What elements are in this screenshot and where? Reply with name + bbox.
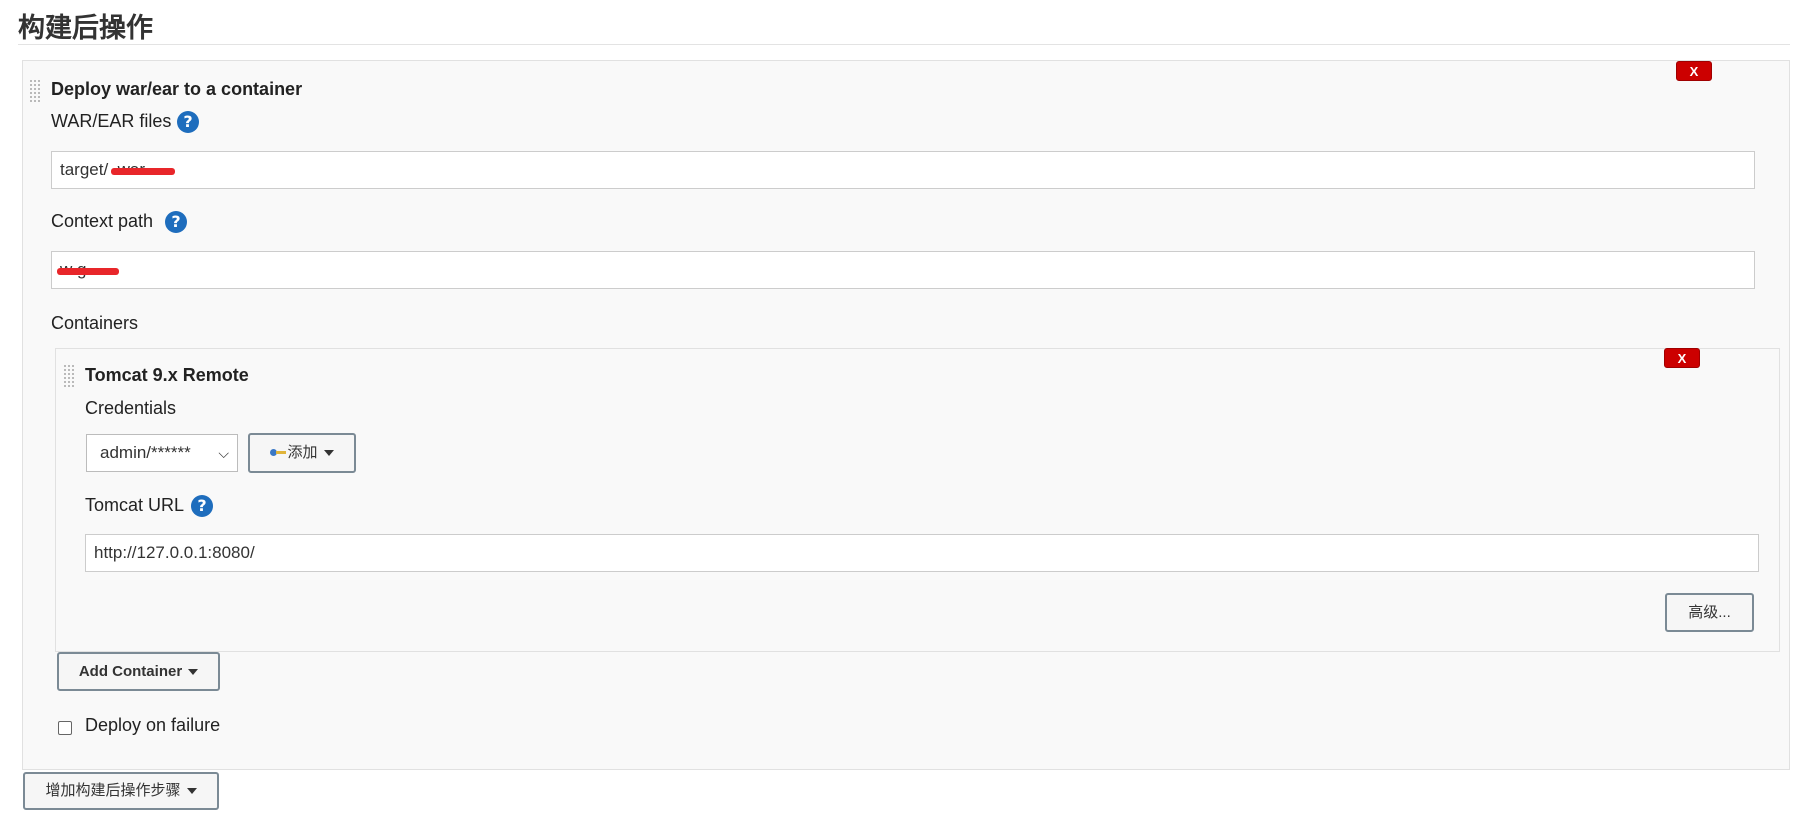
context-path-label: Context path [51, 211, 154, 231]
delete-container-button[interactable]: X [1664, 348, 1700, 368]
caret-down-icon [186, 788, 197, 795]
containers-label: Containers [51, 313, 139, 333]
drag-handle-icon[interactable] [29, 79, 40, 103]
credentials-select[interactable]: admin/****** ⌵ [86, 434, 238, 472]
chevron-down-icon: ⌵ [218, 445, 229, 461]
delete-step-button[interactable]: X [1676, 61, 1712, 81]
section-title: 构建后操作 [18, 13, 153, 44]
redaction-mark [57, 268, 119, 275]
redaction-mark [111, 168, 175, 175]
war-files-input[interactable]: target/ .war [51, 151, 1755, 189]
add-container-button[interactable]: Add Container [57, 652, 220, 691]
war-files-help-icon[interactable]: ? [177, 111, 199, 133]
caret-down-icon [188, 669, 199, 676]
drag-handle-icon[interactable] [63, 364, 74, 388]
war-files-label: WAR/EAR files [51, 111, 172, 131]
add-post-build-step-button[interactable]: 增加构建后操作步骤 [23, 772, 219, 810]
tomcat-url-help-icon[interactable]: ? [191, 495, 213, 517]
credentials-selected-value: admin/****** [100, 443, 191, 462]
advanced-button[interactable]: 高级... [1665, 593, 1754, 632]
container-heading: Tomcat 9.x Remote [85, 365, 249, 385]
add-post-build-step-label: 增加构建后操作步骤 [45, 782, 181, 799]
tomcat-url-label: Tomcat URL [85, 495, 185, 515]
key-icon [270, 449, 287, 457]
add-credentials-label: 添加 [287, 444, 318, 461]
title-divider [18, 44, 1790, 45]
deploy-step-heading: Deploy war/ear to a container [51, 79, 303, 99]
context-path-input[interactable]: w g [51, 251, 1755, 289]
add-credentials-button[interactable]: 添加 [248, 433, 356, 473]
caret-down-icon [323, 450, 334, 457]
container-panel [55, 348, 1780, 652]
deploy-on-failure-checkbox[interactable] [58, 721, 72, 735]
credentials-label: Credentials [85, 398, 177, 418]
tomcat-url-input[interactable]: http://127.0.0.1:8080/ [85, 534, 1759, 572]
deploy-on-failure-label: Deploy on failure [85, 715, 221, 735]
add-container-label: Add Container [78, 663, 183, 680]
context-path-help-icon[interactable]: ? [165, 211, 187, 233]
